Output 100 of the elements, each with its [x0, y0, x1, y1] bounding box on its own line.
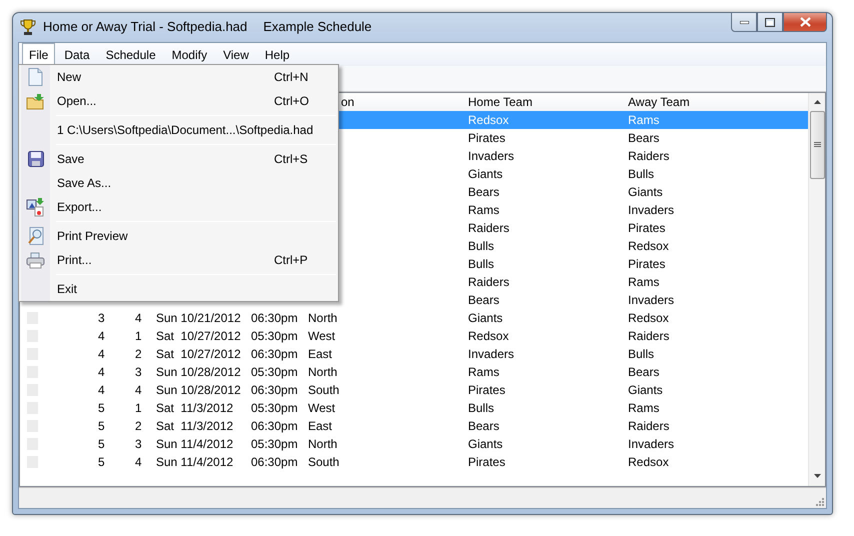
table-cell-text: Bears — [627, 130, 660, 147]
table-cell-text: Rams — [627, 274, 660, 291]
table-cell-text: 06:30pm — [250, 418, 299, 435]
table-cell-text: Pirates — [627, 256, 666, 273]
table-cell-text: Redsox — [467, 328, 510, 345]
table-cell-text: 4 — [97, 382, 106, 399]
table-cell-text: Bulls — [467, 238, 496, 255]
scroll-down-icon[interactable] — [814, 474, 820, 478]
table-cell-text: Bulls — [627, 346, 656, 363]
table-cell-text: 5 — [97, 436, 106, 453]
menu-item[interactable]: Save As... — [21, 171, 336, 195]
table-cell-text: Redsox — [467, 112, 510, 129]
table-cell-text: Bears — [627, 364, 660, 381]
table-cell-text: Invaders — [627, 436, 676, 453]
menu-item[interactable]: Print Preview — [21, 224, 336, 248]
table-cell-text: Raiders — [467, 274, 510, 291]
table-cell-text: 05:30pm — [250, 436, 299, 453]
table-cell-text: Redsox — [627, 238, 670, 255]
document-icon — [28, 68, 43, 86]
table-cell-text: 4 — [97, 364, 106, 381]
table-cell-text: 05:30pm — [250, 364, 299, 381]
table-cell-text: East — [307, 346, 334, 363]
table-cell-text: Rams — [627, 112, 660, 129]
table-cell-text: 4 — [134, 310, 143, 327]
resize-grip-icon[interactable] — [815, 497, 824, 506]
menu-item[interactable]: Help — [258, 42, 297, 66]
table-cell-text: East — [307, 418, 334, 435]
close-button[interactable] — [783, 12, 827, 32]
menu-item[interactable]: Schedule — [98, 42, 163, 66]
table-cell-text: Rams — [627, 400, 660, 417]
scroll-thumb[interactable] — [810, 111, 824, 179]
menu-item[interactable]: File — [22, 42, 56, 66]
table-cell-text: Raiders — [467, 220, 510, 237]
table-cell-text: Pirates — [627, 220, 666, 237]
printer-icon — [26, 252, 45, 268]
table-cell-text: 4 — [97, 346, 106, 363]
table-cell-text: Bears — [467, 418, 500, 435]
table-cell-text: 3 — [134, 364, 143, 381]
table-cell-text: Raiders — [627, 148, 670, 165]
table-cell-text: North — [307, 364, 338, 381]
menu-item[interactable]: Open... Ctrl+O — [21, 89, 336, 113]
preview-icon — [27, 227, 44, 245]
table-cell-text: Invaders — [467, 148, 516, 165]
table-cell-text: 05:30pm — [250, 328, 299, 345]
menu-item[interactable]: Exit — [21, 277, 336, 301]
minimize-icon — [740, 20, 748, 24]
table-cell-text: Sat 10/27/2012 — [155, 328, 242, 345]
table-cell-text: 4 — [97, 328, 106, 345]
column-header[interactable]: Home Team — [464, 93, 624, 111]
table-cell-text: Sat 11/3/2012 — [155, 418, 234, 435]
table-cell-text: 2 — [134, 346, 143, 363]
menu-item[interactable]: Export... — [21, 195, 336, 219]
table-cell-text: 06:30pm — [250, 310, 299, 327]
table-cell-text: Giants — [467, 310, 504, 327]
table-cell-text: Bulls — [627, 166, 656, 183]
maximize-button[interactable] — [757, 12, 783, 32]
table-cell-text: North — [307, 436, 338, 453]
scroll-up-icon[interactable] — [814, 100, 820, 104]
table-cell-text: Sun 10/28/2012 — [155, 364, 242, 381]
table-cell-text: 06:30pm — [250, 382, 299, 399]
table-cell-text: Rams — [467, 364, 500, 381]
table-cell-text: North — [307, 310, 338, 327]
table-cell-text: 5 — [97, 400, 106, 417]
menu-item[interactable]: Save Ctrl+S — [21, 147, 336, 171]
table-cell-text: Sun 11/4/2012 — [155, 454, 234, 471]
table-cell-text: Invaders — [627, 292, 676, 309]
table-cell-text: Giants — [627, 184, 664, 201]
table-cell-text: Bulls — [467, 400, 496, 417]
menu-item[interactable]: New Ctrl+N — [21, 65, 336, 89]
table-cell-text: South — [307, 454, 340, 471]
table-cell-text: Invaders — [467, 346, 516, 363]
table-cell-text: 2 — [134, 418, 143, 435]
window-title: Home or Away Trial - Softpedia.had — [43, 18, 248, 36]
table-cell-text: Pirates — [467, 454, 506, 471]
minimize-button[interactable] — [731, 12, 757, 32]
menu-item[interactable]: Print... Ctrl+P — [21, 248, 336, 272]
table-cell-text: 4 — [134, 454, 143, 471]
table-cell-text: Pirates — [467, 130, 506, 147]
table-cell-text: Bears — [467, 184, 500, 201]
maximize-icon — [765, 18, 775, 26]
table-cell-text: 3 — [97, 310, 106, 327]
table-cell-text: Bears — [467, 292, 500, 309]
table-cell-text: 05:30pm — [250, 400, 299, 417]
table-cell-text: Sat 10/27/2012 — [155, 346, 242, 363]
table-cell-text: Giants — [627, 382, 664, 399]
document-name: Example Schedule — [263, 18, 372, 36]
vertical-scrollbar[interactable] — [808, 93, 825, 486]
table-cell-text: Pirates — [467, 382, 506, 399]
table-cell-text: Bulls — [467, 256, 496, 273]
table-cell-text: Rams — [467, 202, 500, 219]
table-cell-text: 1 — [134, 328, 143, 345]
menu-item[interactable]: Data — [57, 42, 97, 66]
trophy-icon — [20, 18, 36, 36]
table-cell-text: West — [307, 400, 336, 417]
table-cell-text: Sat 11/3/2012 — [155, 400, 234, 417]
column-header[interactable]: Away Team — [624, 93, 786, 111]
menu-item[interactable]: Modify — [164, 42, 214, 66]
menu-item[interactable]: View — [216, 42, 256, 66]
export-icon — [26, 198, 45, 216]
close-icon — [800, 17, 810, 27]
